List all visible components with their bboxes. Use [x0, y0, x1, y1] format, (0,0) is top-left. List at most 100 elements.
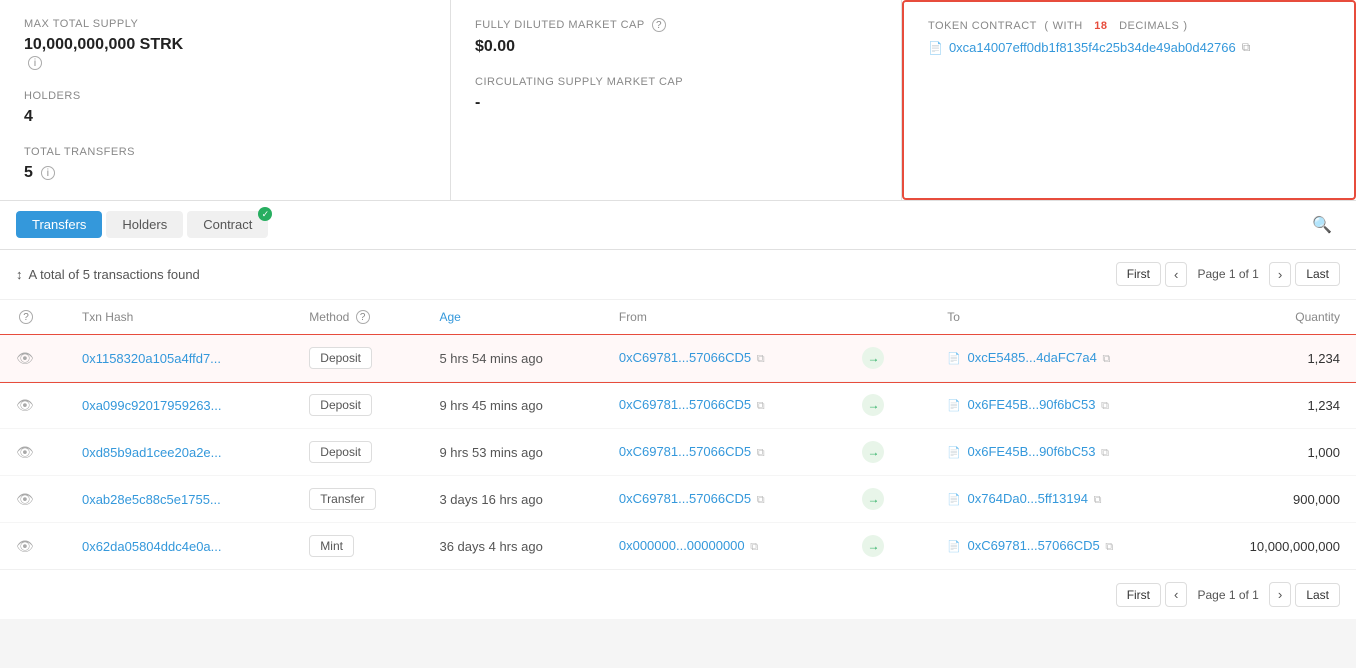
from-link[interactable]: 0xC69781...57066CD5	[619, 350, 751, 365]
copy-from-icon[interactable]: ⧉	[757, 447, 765, 459]
token-contract-label: TOKEN CONTRACT ( WITH 18 DECIMALS )	[928, 20, 1330, 32]
first-page-btn-bottom[interactable]: First	[1116, 583, 1161, 607]
txhash-link[interactable]: 0xab28e5c88c5e1755...	[82, 492, 221, 507]
method-cell: Transfer	[293, 476, 423, 523]
copy-address-icon[interactable]: ⧉	[1242, 40, 1251, 55]
copy-to-icon[interactable]: ⧉	[1105, 541, 1113, 553]
copy-to-icon[interactable]: ⧉	[1103, 353, 1111, 365]
prev-page-btn-top[interactable]: ‹	[1165, 262, 1187, 287]
holders-value: 4	[24, 108, 426, 126]
fully-diluted-info-icon[interactable]: ?	[652, 18, 666, 32]
eye-cell: 👁	[0, 335, 66, 382]
quantity-cell: 1,000	[1194, 429, 1356, 476]
col-to: To	[931, 300, 1194, 335]
holders-label: HOLDERS	[24, 90, 426, 102]
prev-page-btn-bottom[interactable]: ‹	[1165, 582, 1187, 607]
arrow-icon: →	[862, 347, 884, 369]
arrow-cell: →	[838, 335, 931, 382]
contract-icon: 📄	[947, 541, 961, 553]
eye-icon[interactable]: 👁	[16, 491, 34, 507]
last-page-btn-top[interactable]: Last	[1295, 262, 1340, 286]
col-info: ?	[0, 300, 66, 335]
top-pagination: First ‹ Page 1 of 1 › Last	[1116, 262, 1340, 287]
tab-holders[interactable]: Holders	[106, 211, 183, 238]
from-link[interactable]: 0xC69781...57066CD5	[619, 491, 751, 506]
first-page-btn-top[interactable]: First	[1116, 262, 1161, 286]
from-link[interactable]: 0x000000...00000000	[619, 538, 745, 553]
copy-to-icon[interactable]: ⧉	[1094, 494, 1102, 506]
eye-icon[interactable]: 👁	[16, 350, 34, 366]
col-age[interactable]: Age	[423, 300, 602, 335]
contract-icon: 📄	[947, 353, 961, 365]
txhash-cell: 0x62da05804ddc4e0a...	[66, 523, 293, 570]
eye-icon[interactable]: 👁	[16, 444, 34, 460]
from-link[interactable]: 0xC69781...57066CD5	[619, 397, 751, 412]
circulating-label: CIRCULATING SUPPLY MARKET CAP	[475, 76, 877, 88]
method-badge: Deposit	[309, 347, 372, 369]
contract-icon: 📄	[947, 400, 961, 412]
sort-icon: ↕	[16, 267, 23, 282]
col-quantity: Quantity	[1194, 300, 1356, 335]
arrow-icon: →	[862, 394, 884, 416]
method-cell: Deposit	[293, 382, 423, 429]
from-cell: 0xC69781...57066CD5 ⧉	[603, 335, 839, 382]
tab-transfers[interactable]: Transfers	[16, 211, 102, 238]
tabs-bar: Transfers Holders Contract ✓ 🔍	[0, 201, 1356, 250]
to-link[interactable]: 0xcE5485...4daFC7a4	[968, 350, 1097, 365]
method-badge: Deposit	[309, 394, 372, 416]
contract-icon: 📄	[947, 447, 961, 459]
from-link[interactable]: 0xC69781...57066CD5	[619, 444, 751, 459]
quantity-cell: 1,234	[1194, 335, 1356, 382]
txhash-link[interactable]: 0x1158320a105a4ffd7...	[82, 351, 221, 366]
txhash-link[interactable]: 0x62da05804ddc4e0a...	[82, 539, 222, 554]
file-icon: 📄	[928, 41, 943, 55]
max-supply-info-icon[interactable]: i	[28, 56, 42, 70]
table-header-row: ↕ A total of 5 transactions found First …	[0, 250, 1356, 300]
next-page-btn-bottom[interactable]: ›	[1269, 582, 1291, 607]
transfers-info-icon[interactable]: i	[41, 166, 55, 180]
transactions-table: ? Txn Hash Method ? Age From To Quantity…	[0, 300, 1356, 570]
quantity-cell: 900,000	[1194, 476, 1356, 523]
table-row: 👁 0xa099c92017959263... Deposit 9 hrs 45…	[0, 382, 1356, 429]
last-page-btn-bottom[interactable]: Last	[1295, 583, 1340, 607]
col-method: Method ?	[293, 300, 423, 335]
to-cell: 📄 0x6FE45B...90f6bC53 ⧉	[931, 382, 1194, 429]
transfers-label: TOTAL TRANSFERS	[24, 146, 426, 158]
arrow-icon: →	[862, 488, 884, 510]
col-info-icon[interactable]: ?	[19, 310, 33, 324]
tab-contract[interactable]: Contract ✓	[187, 211, 268, 238]
copy-from-icon[interactable]: ⧉	[757, 494, 765, 506]
arrow-cell: →	[838, 382, 931, 429]
next-page-btn-top[interactable]: ›	[1269, 262, 1291, 287]
max-supply-block: MAX TOTAL SUPPLY 10,000,000,000 STRK i H…	[0, 0, 451, 200]
eye-cell: 👁	[0, 476, 66, 523]
contract-address-link[interactable]: 0xca14007eff0db1f8135f4c25b34de49ab0d427…	[949, 40, 1236, 55]
copy-from-icon[interactable]: ⧉	[750, 541, 758, 553]
to-link[interactable]: 0x764Da0...5ff13194	[968, 491, 1088, 506]
copy-to-icon[interactable]: ⧉	[1101, 447, 1109, 459]
copy-to-icon[interactable]: ⧉	[1101, 400, 1109, 412]
age-cell: 36 days 4 hrs ago	[423, 523, 602, 570]
to-link[interactable]: 0xC69781...57066CD5	[968, 538, 1100, 553]
age-text: 3 days 16 hrs ago	[439, 492, 542, 507]
arrow-cell: →	[838, 476, 931, 523]
eye-cell: 👁	[0, 429, 66, 476]
table-container: ↕ A total of 5 transactions found First …	[0, 250, 1356, 620]
to-cell: 📄 0xcE5485...4daFC7a4 ⧉	[931, 335, 1194, 382]
eye-icon[interactable]: 👁	[16, 538, 34, 554]
method-info-icon[interactable]: ?	[356, 310, 370, 324]
from-cell: 0x000000...00000000 ⧉	[603, 523, 839, 570]
to-link[interactable]: 0x6FE45B...90f6bC53	[968, 397, 1096, 412]
col-arrow-spacer	[838, 300, 931, 335]
market-cap-block: FULLY DILUTED MARKET CAP ? $0.00 CIRCULA…	[451, 0, 902, 200]
copy-from-icon[interactable]: ⧉	[757, 353, 765, 365]
method-cell: Mint	[293, 523, 423, 570]
eye-icon[interactable]: 👁	[16, 397, 34, 413]
txhash-link[interactable]: 0xd85b9ad1cee20a2e...	[82, 445, 222, 460]
to-link[interactable]: 0x6FE45B...90f6bC53	[968, 444, 1096, 459]
search-button[interactable]: 🔍	[1304, 211, 1340, 239]
txhash-link[interactable]: 0xa099c92017959263...	[82, 398, 222, 413]
txhash-cell: 0xd85b9ad1cee20a2e...	[66, 429, 293, 476]
eye-cell: 👁	[0, 382, 66, 429]
copy-from-icon[interactable]: ⧉	[757, 400, 765, 412]
